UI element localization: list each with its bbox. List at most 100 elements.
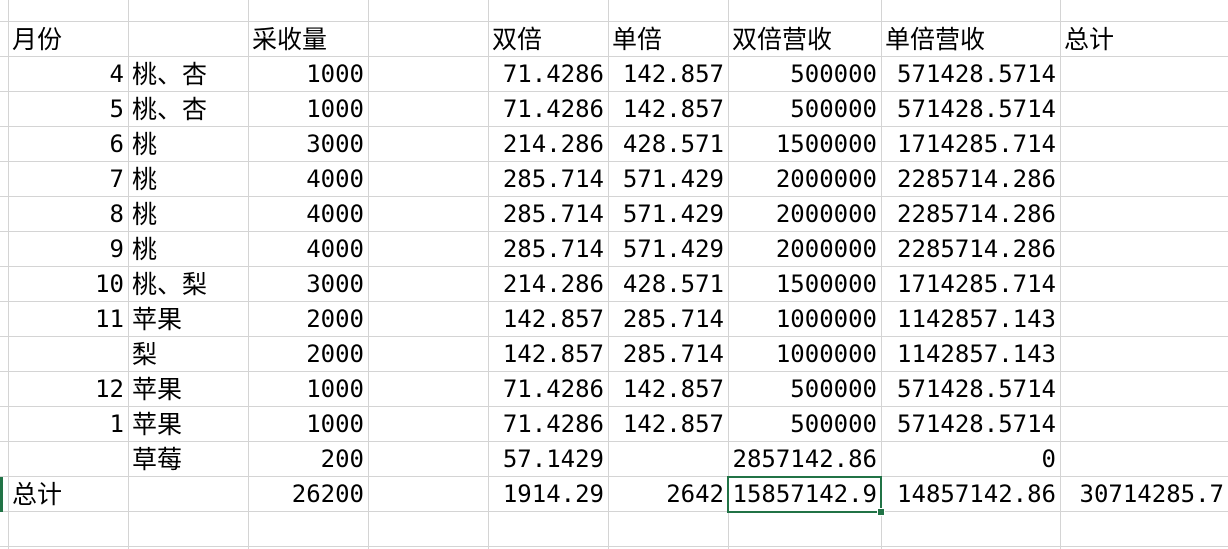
table-cell[interactable] [8,512,128,547]
table-cell[interactable]: 5 [8,92,128,127]
table-cell[interactable] [368,337,488,372]
table-cell[interactable]: 1500000 [728,127,881,162]
active-cell-selection[interactable] [727,476,882,513]
table-cell[interactable]: 1142857.143 [881,302,1060,337]
table-cell[interactable] [1060,92,1228,127]
table-cell[interactable]: 桃 [128,127,248,162]
table-cell[interactable] [608,0,728,22]
table-cell[interactable]: 71.4286 [488,407,608,442]
table-cell[interactable]: 1 [8,407,128,442]
table-cell[interactable]: 285.714 [488,162,608,197]
table-cell[interactable] [1060,197,1228,232]
table-cell[interactable]: 2285714.286 [881,162,1060,197]
table-cell[interactable]: 500000 [728,372,881,407]
table-cell[interactable]: 142.857 [488,302,608,337]
spreadsheet-grid[interactable]: 月份 采收量 双倍 单倍 双倍营收 单倍营收 总计 4 桃、杏 1000 71.4286 142.85… [0,0,1228,549]
table-cell[interactable]: 142.857 [608,407,728,442]
table-cell[interactable]: 285.714 [488,197,608,232]
header-cell[interactable]: 双倍营收 [728,22,881,57]
table-cell[interactable] [881,512,1060,547]
table-cell[interactable]: 142.857 [608,92,728,127]
table-cell[interactable]: 2642 [608,477,728,512]
table-cell[interactable]: 1500000 [728,267,881,302]
table-cell[interactable] [128,477,248,512]
table-cell[interactable]: 26200 [248,477,368,512]
table-cell[interactable]: 苹果 [128,302,248,337]
table-cell[interactable]: 2285714.286 [881,232,1060,267]
table-cell[interactable]: 12 [8,372,128,407]
table-cell[interactable] [368,477,488,512]
table-cell[interactable] [368,197,488,232]
table-cell[interactable]: 桃、杏 [128,57,248,92]
table-cell[interactable] [8,337,128,372]
table-cell[interactable]: 2000 [248,337,368,372]
table-cell[interactable]: 571428.5714 [881,92,1060,127]
table-cell[interactable] [368,232,488,267]
table-cell[interactable] [368,57,488,92]
table-cell[interactable]: 1000000 [728,302,881,337]
table-cell[interactable] [1060,442,1228,477]
table-cell[interactable]: 285.714 [608,302,728,337]
table-cell[interactable] [728,512,881,547]
table-cell[interactable]: 2285714.286 [881,197,1060,232]
header-cell[interactable]: 单倍 [608,22,728,57]
table-cell[interactable]: 214.286 [488,127,608,162]
table-cell[interactable] [368,407,488,442]
table-cell[interactable]: 桃 [128,232,248,267]
table-cell[interactable] [368,0,488,22]
table-cell[interactable] [248,0,368,22]
table-cell[interactable]: 71.4286 [488,57,608,92]
table-cell[interactable] [488,0,608,22]
header-cell[interactable]: 采收量 [248,22,368,57]
table-cell[interactable]: 3000 [248,267,368,302]
table-cell[interactable]: 285.714 [488,232,608,267]
table-cell[interactable] [368,512,488,547]
table-cell[interactable]: 9 [8,232,128,267]
table-cell[interactable]: 1714285.714 [881,267,1060,302]
table-cell[interactable]: 2857142.86 [728,442,881,477]
table-cell[interactable]: 142.857 [488,337,608,372]
table-cell[interactable]: 142.857 [608,57,728,92]
table-cell[interactable]: 571.429 [608,232,728,267]
table-cell[interactable]: 571.429 [608,162,728,197]
fill-handle[interactable] [877,508,885,516]
table-cell[interactable] [1060,162,1228,197]
table-cell[interactable]: 桃、梨 [128,267,248,302]
table-cell[interactable] [8,0,128,22]
table-cell[interactable] [488,512,608,547]
table-cell[interactable]: 2000000 [728,232,881,267]
table-cell[interactable]: 1000000 [728,337,881,372]
table-cell[interactable]: 30714285.7 [1060,477,1228,512]
header-cell[interactable]: 月份 [8,22,128,57]
table-cell[interactable]: 1000 [248,57,368,92]
header-cell[interactable]: 双倍 [488,22,608,57]
table-cell[interactable]: 4000 [248,232,368,267]
table-cell[interactable] [1060,302,1228,337]
table-cell[interactable]: 285.714 [608,337,728,372]
table-cell[interactable] [368,92,488,127]
table-cell[interactable]: 桃 [128,162,248,197]
table-cell[interactable]: 桃 [128,197,248,232]
table-cell[interactable]: 10 [8,267,128,302]
table-cell[interactable] [1060,372,1228,407]
table-cell[interactable] [368,267,488,302]
table-cell[interactable]: 428.571 [608,127,728,162]
table-cell[interactable]: 1000 [248,92,368,127]
table-cell[interactable] [8,442,128,477]
table-cell[interactable] [1060,127,1228,162]
table-cell[interactable]: 500000 [728,92,881,127]
table-cell[interactable] [368,162,488,197]
table-cell[interactable]: 7 [8,162,128,197]
table-cell[interactable]: 142.857 [608,372,728,407]
table-cell[interactable]: 2000000 [728,162,881,197]
table-cell[interactable]: 草莓 [128,442,248,477]
table-cell[interactable]: 2000000 [728,197,881,232]
table-cell[interactable]: 214.286 [488,267,608,302]
table-cell[interactable]: 11 [8,302,128,337]
table-cell[interactable] [128,0,248,22]
table-cell[interactable]: 8 [8,197,128,232]
table-cell[interactable]: 71.4286 [488,372,608,407]
table-cell[interactable] [368,372,488,407]
table-cell[interactable]: 571.429 [608,197,728,232]
table-cell[interactable]: 428.571 [608,267,728,302]
